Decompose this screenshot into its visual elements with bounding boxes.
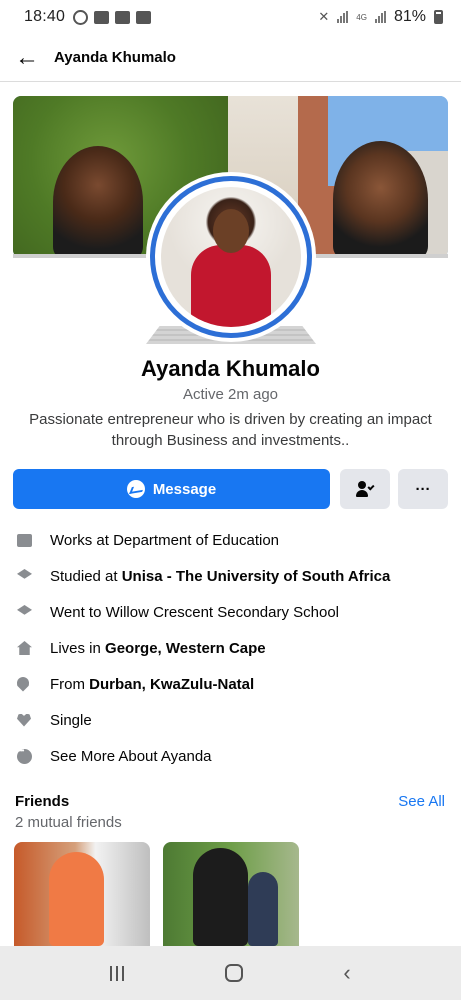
detail-text: See More About Ayanda bbox=[50, 747, 212, 765]
folder-icon bbox=[115, 10, 131, 24]
cover-person-right bbox=[333, 141, 428, 258]
detail-text: Went to Willow Crescent Secondary School bbox=[50, 603, 340, 621]
status-bar: 18:40 ✕ 4G 81% bbox=[0, 0, 461, 34]
graduation-cap-icon bbox=[0, 605, 50, 619]
more-dots-icon bbox=[0, 746, 50, 764]
detail-relationship: Single bbox=[0, 702, 461, 738]
detail-work: Works at Department of Education bbox=[0, 522, 461, 558]
whatsapp-icon bbox=[73, 9, 89, 25]
battery-icon bbox=[434, 10, 443, 24]
avatar-figure-body bbox=[191, 245, 271, 327]
graduation-cap-icon bbox=[0, 569, 50, 583]
profile-bio: Passionate entrepreneur who is driven by… bbox=[29, 411, 432, 449]
friend-thumbnail[interactable] bbox=[14, 842, 150, 946]
checkbox-icon bbox=[94, 10, 110, 24]
avatar-story-ring bbox=[150, 176, 312, 338]
heart-icon bbox=[0, 713, 50, 727]
message-button[interactable]: Message bbox=[13, 469, 330, 509]
network-type: 4G bbox=[356, 12, 367, 22]
friend-status-button[interactable] bbox=[340, 469, 390, 509]
page-title: Ayanda Khumalo bbox=[54, 49, 176, 66]
friends-heading: Friends bbox=[15, 793, 70, 810]
cover-person-left bbox=[53, 146, 143, 258]
profile-name: Ayanda Khumalo bbox=[141, 356, 320, 381]
more-options-button[interactable]: ··· bbox=[398, 469, 448, 509]
mutual-friends-count: 2 mutual friends bbox=[15, 814, 122, 831]
battery-percent: 81% bbox=[393, 8, 426, 25]
home-button-icon[interactable] bbox=[224, 964, 243, 982]
detail-text: Works at Department of Education bbox=[50, 531, 279, 549]
detail-text: From Durban, KwaZulu-Natal bbox=[50, 675, 255, 693]
friend-thumbnail[interactable] bbox=[163, 842, 299, 946]
system-status: ✕ 4G 81% bbox=[318, 8, 443, 26]
detail-text: Single bbox=[50, 711, 92, 729]
friend-check-icon bbox=[356, 481, 375, 497]
see-all-link[interactable]: See All bbox=[398, 793, 445, 810]
notification-icons bbox=[73, 9, 152, 25]
detail-university[interactable]: Studied at Unisa - The University of Sou… bbox=[0, 558, 461, 594]
app-bar: ← Ayanda Khumalo bbox=[0, 34, 461, 82]
briefcase-icon bbox=[0, 533, 50, 547]
mute-icon: ✕ bbox=[318, 9, 330, 24]
signal-icon-2 bbox=[374, 11, 386, 23]
recent-apps-icon[interactable] bbox=[110, 965, 125, 981]
detail-lives-in[interactable]: Lives in George, Western Cape bbox=[0, 630, 461, 666]
back-arrow-icon[interactable]: ← bbox=[0, 34, 54, 82]
detail-text: Studied at Unisa - The University of Sou… bbox=[50, 567, 391, 585]
message-button-label: Message bbox=[152, 480, 217, 498]
avatar-image bbox=[161, 187, 301, 327]
messenger-icon bbox=[126, 480, 145, 498]
detail-school: Went to Willow Crescent Secondary School bbox=[0, 594, 461, 630]
detail-text: Lives in George, Western Cape bbox=[50, 639, 266, 657]
status-time: 18:40 bbox=[24, 8, 66, 25]
home-icon bbox=[0, 641, 50, 655]
more-dots-icon: ··· bbox=[415, 480, 431, 498]
back-chevron-icon[interactable]: ‹ bbox=[343, 960, 350, 986]
active-status: Active 2m ago bbox=[182, 386, 279, 403]
details-list: Works at Department of Education Studied… bbox=[0, 522, 461, 774]
system-nav-bar: ‹ bbox=[0, 946, 461, 1000]
detail-from[interactable]: From Durban, KwaZulu-Natal bbox=[0, 666, 461, 702]
see-more-about-link[interactable]: See More About Ayanda bbox=[0, 738, 461, 774]
profile-avatar[interactable] bbox=[146, 172, 316, 342]
location-pin-icon bbox=[0, 676, 50, 692]
avatar-figure-head bbox=[213, 209, 249, 253]
signal-icon bbox=[337, 11, 349, 23]
image-icon bbox=[136, 10, 152, 24]
